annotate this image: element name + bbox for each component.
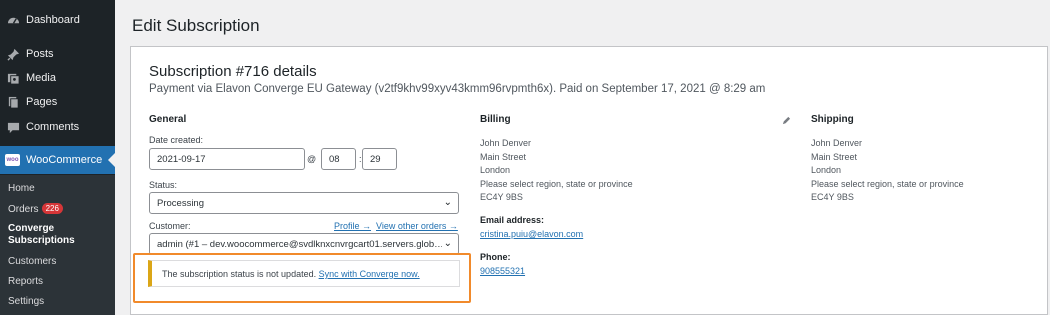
customer-value: admin (#1 – dev.woocommerce@svdlknxcnvrg… — [157, 239, 444, 250]
at-separator: @ — [307, 154, 317, 164]
notice-highlight — [133, 253, 471, 303]
edit-pencil-icon[interactable] — [782, 112, 791, 130]
billing-address: John Denver Main Street London Please se… — [480, 138, 633, 202]
submenu-item-reports[interactable]: Reports — [8, 276, 43, 287]
status-select[interactable]: Processing ⌄ — [149, 192, 459, 214]
view-other-orders-link[interactable]: View other orders → — [376, 221, 458, 231]
sidebar-item-dashboard[interactable]: Dashboard — [0, 8, 115, 32]
customer-label: Customer: — [149, 221, 191, 231]
page-title: Edit Subscription — [132, 16, 260, 35]
submenu-item-customers[interactable]: Customers — [8, 256, 56, 267]
submenu-item-home[interactable]: Home — [8, 183, 35, 194]
shipping-heading: Shipping — [811, 114, 854, 125]
minute-input[interactable]: 29 — [362, 148, 397, 170]
submenu-item-orders[interactable]: Orders 226 — [8, 203, 63, 215]
sidebar-item-woocommerce[interactable]: woo WooCommerce — [0, 146, 115, 174]
email-label: Email address: — [480, 215, 545, 225]
date-created-input[interactable]: 2021-09-17 — [149, 148, 305, 170]
sidebar-item-pages[interactable]: Pages — [0, 90, 115, 114]
dashboard-icon — [6, 13, 20, 27]
pin-icon — [6, 47, 20, 61]
profile-link[interactable]: Profile → — [334, 221, 371, 231]
customer-select[interactable]: admin (#1 – dev.woocommerce@svdlknxcnvrg… — [149, 233, 459, 255]
phone-label: Phone: — [480, 252, 511, 262]
sidebar-item-comments[interactable]: Comments — [0, 115, 115, 139]
woocommerce-icon: woo — [5, 154, 20, 166]
woocommerce-submenu: Home Orders 226 Converge Subscriptions Cu… — [0, 175, 115, 315]
pages-icon — [6, 95, 20, 109]
payment-meta: Payment via Elavon Converge EU Gateway (… — [149, 83, 766, 95]
media-icon — [6, 71, 20, 85]
chevron-down-icon: ⌄ — [441, 238, 452, 249]
phone-link[interactable]: 908555321 — [480, 266, 525, 276]
submenu-orders-label: Orders — [8, 204, 39, 215]
chevron-down-icon: ⌄ — [443, 197, 452, 208]
orders-count-badge: 226 — [41, 203, 63, 214]
subscription-heading: Subscription #716 details — [149, 63, 317, 80]
status-value: Processing — [157, 198, 204, 209]
date-created-label: Date created: — [149, 135, 204, 145]
status-label: Status: — [149, 180, 178, 190]
sidebar-item-media[interactable]: Media — [0, 66, 115, 90]
billing-heading: Billing — [480, 114, 511, 125]
email-link[interactable]: cristina.puiu@elavon.com — [480, 229, 583, 239]
comments-icon — [6, 120, 20, 134]
general-heading: General — [149, 114, 187, 125]
submenu-item-settings[interactable]: Settings — [8, 296, 44, 307]
hour-input[interactable]: 08 — [321, 148, 356, 170]
shipping-address: John Denver Main Street London Please se… — [811, 138, 964, 202]
submenu-item-converge-subscriptions[interactable]: Converge Subscriptions — [8, 223, 108, 247]
sidebar-item-posts[interactable]: Posts — [0, 42, 115, 66]
admin-sidebar: Dashboard Posts Media Pages Comments woo… — [0, 0, 115, 315]
